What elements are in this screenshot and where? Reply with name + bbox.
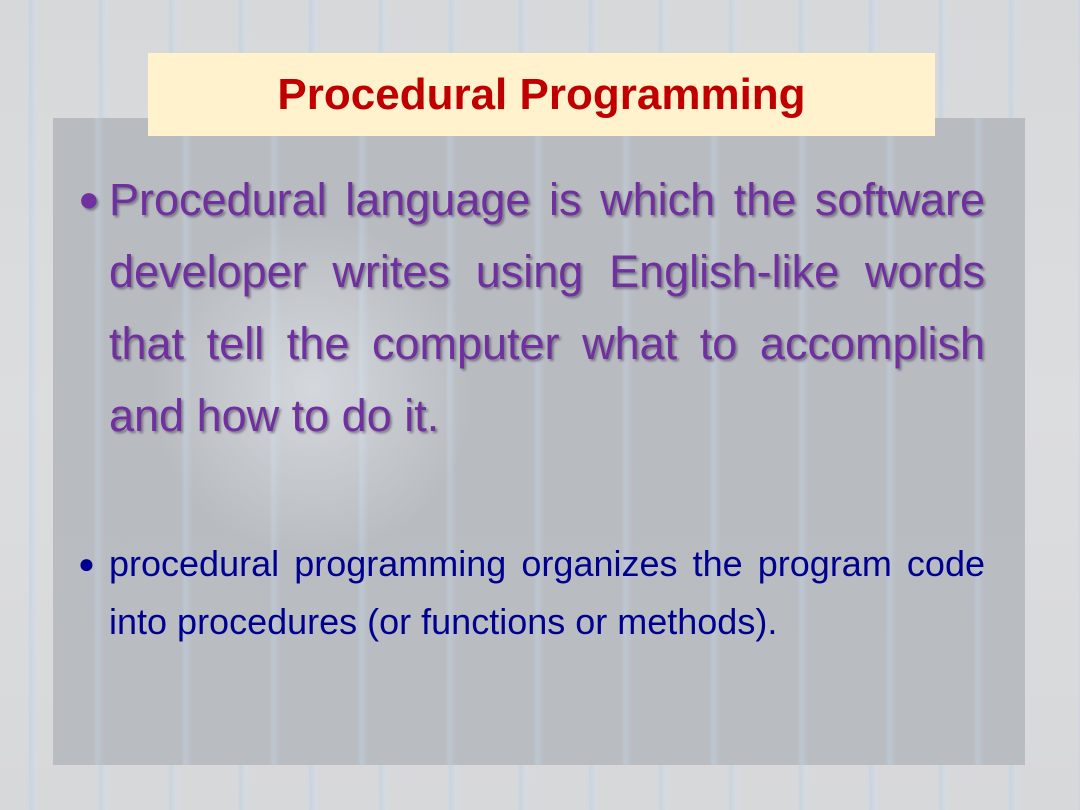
title-banner: Procedural Programming <box>148 53 935 136</box>
bullet-item-2: ● procedural programming organizes the pr… <box>78 535 985 651</box>
bullet-item-1: ● Procedural language is which the softwa… <box>78 163 985 452</box>
bullet-text-2: procedural programming organizes the pro… <box>109 543 985 642</box>
bullet-text-1: Procedural language is which the softwar… <box>109 174 985 441</box>
bullet-dot-icon: ● <box>78 548 95 579</box>
bullet-dot-icon: ● <box>78 178 100 219</box>
slide-title: Procedural Programming <box>277 69 806 119</box>
